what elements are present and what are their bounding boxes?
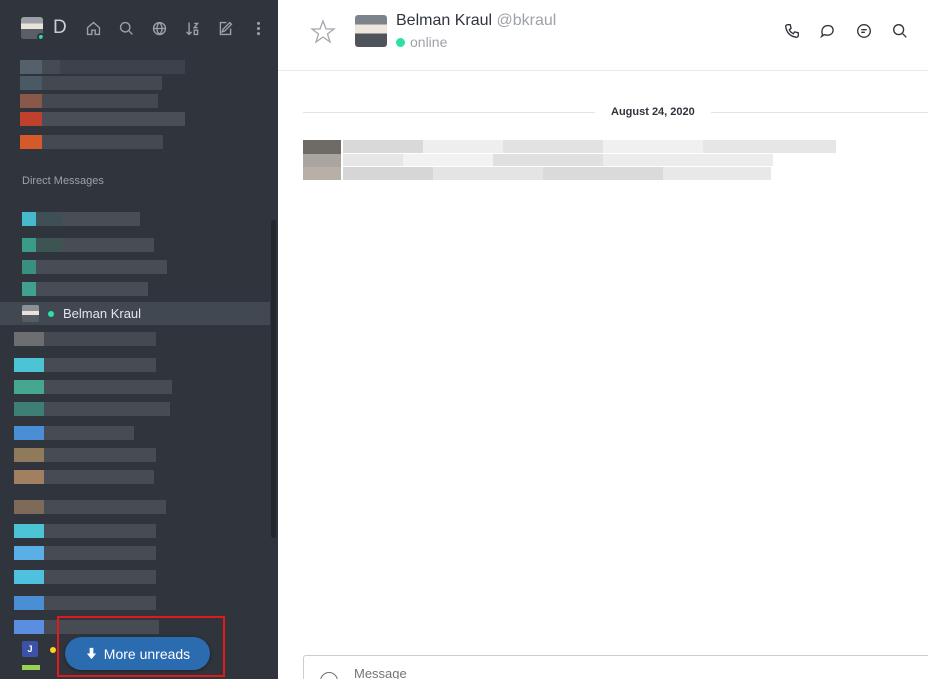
- online-status-dot: [396, 37, 405, 47]
- direct-messages-title: Direct Messages: [22, 175, 104, 187]
- redacted-dm-item[interactable]: [14, 332, 156, 346]
- star-icon[interactable]: [310, 19, 336, 45]
- redacted-dm-item[interactable]: [22, 238, 154, 252]
- sidebar-scrollbar[interactable]: [271, 220, 276, 538]
- room-avatar[interactable]: [355, 15, 387, 47]
- user-avatar[interactable]: [21, 17, 43, 39]
- redacted-dm-item[interactable]: [14, 524, 156, 538]
- directory-globe-icon[interactable]: [143, 16, 176, 40]
- redacted-dm-item[interactable]: [14, 448, 156, 462]
- search-messages-icon[interactable]: [882, 18, 918, 44]
- status-label: online: [410, 34, 448, 50]
- redacted-channel-item[interactable]: [20, 135, 163, 149]
- redacted-dm-item[interactable]: [14, 358, 156, 372]
- dm-item-belman-kraul[interactable]: Belman Kraul: [0, 302, 270, 325]
- redacted-message-body: [343, 167, 771, 180]
- room-title[interactable]: Belman Kraul @bkraul: [396, 12, 556, 30]
- redacted-message-avatar[interactable]: [303, 140, 341, 180]
- workspace-letter[interactable]: D: [53, 17, 71, 39]
- room-toolbar: [774, 18, 918, 44]
- redacted-dm-item[interactable]: [14, 596, 156, 610]
- redacted-dm-item[interactable]: [14, 402, 170, 416]
- online-status-dot: [48, 310, 54, 317]
- emoji-icon[interactable]: [320, 672, 338, 679]
- home-icon[interactable]: [77, 16, 110, 40]
- sidebar-header: D: [0, 0, 278, 56]
- date-divider: August 24, 2020: [303, 104, 928, 120]
- search-icon[interactable]: [110, 16, 143, 40]
- redacted-channel-item[interactable]: [20, 112, 185, 126]
- redacted-dm-item[interactable]: [14, 380, 172, 394]
- redacted-dm-item[interactable]: [22, 260, 167, 274]
- sort-icon[interactable]: [176, 16, 209, 40]
- message-composer[interactable]: [303, 655, 928, 679]
- redacted-channel-item[interactable]: [20, 94, 158, 108]
- dm-avatar-j[interactable]: J: [22, 641, 38, 657]
- dm-item-label: Belman Kraul: [63, 306, 142, 321]
- redacted-dm-item[interactable]: [22, 282, 148, 296]
- room-handle: @bkraul: [496, 12, 557, 29]
- room-main: Belman Kraul @bkraul online August 24, 2…: [278, 0, 928, 679]
- redacted-dm-item[interactable]: [14, 470, 154, 484]
- redacted-avatar: [22, 665, 40, 670]
- room-header: Belman Kraul @bkraul online: [278, 0, 928, 71]
- redacted-dm-item[interactable]: [14, 500, 166, 514]
- redacted-channel-item[interactable]: [20, 60, 185, 74]
- sidebar: D Direct Messages Belman Kraul J More un…: [0, 0, 278, 679]
- redacted-channel-item[interactable]: [20, 76, 162, 90]
- arrow-down-icon: [86, 647, 96, 660]
- redacted-message-body: [343, 154, 773, 166]
- date-divider-label: August 24, 2020: [611, 106, 695, 118]
- call-icon[interactable]: [774, 18, 810, 44]
- create-new-icon[interactable]: [209, 16, 242, 40]
- redacted-dm-item[interactable]: [14, 426, 134, 440]
- threads-icon[interactable]: [810, 18, 846, 44]
- message-input[interactable]: [354, 666, 654, 679]
- more-unreads-label: More unreads: [103, 645, 191, 662]
- room-name: Belman Kraul: [396, 12, 493, 29]
- away-status-dot: [50, 647, 56, 653]
- redacted-message-header: [343, 140, 836, 153]
- discussion-icon[interactable]: [846, 18, 882, 44]
- kebab-menu-icon[interactable]: [242, 16, 275, 40]
- redacted-dm-item[interactable]: [22, 212, 140, 226]
- online-status-dot: [37, 33, 43, 39]
- redacted-dm-item[interactable]: [14, 570, 156, 584]
- redacted-dm-item[interactable]: [14, 546, 156, 560]
- belman-kraul-avatar: [22, 305, 39, 322]
- more-unreads-button[interactable]: More unreads: [65, 637, 210, 670]
- room-status: online: [396, 34, 447, 50]
